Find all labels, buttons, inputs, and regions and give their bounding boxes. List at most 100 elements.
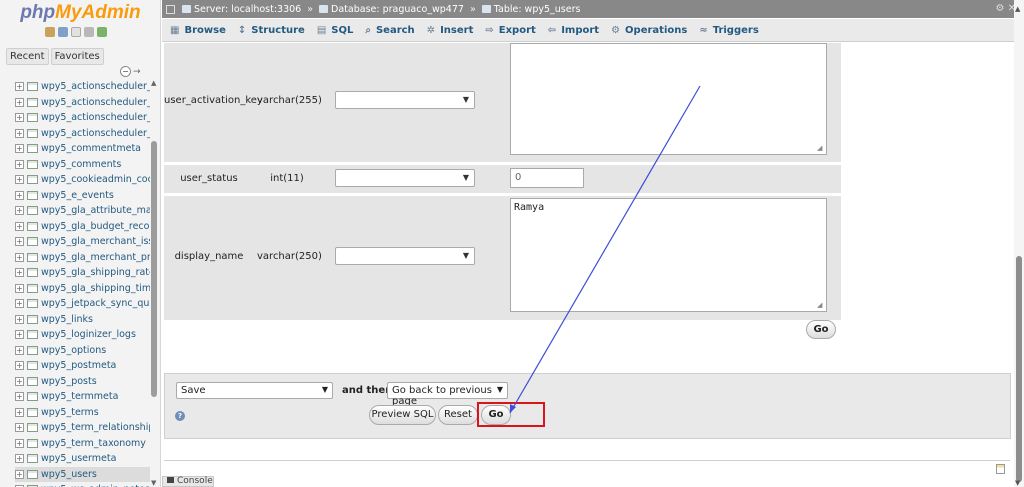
expand-icon[interactable]: + bbox=[15, 423, 24, 433]
tab-export[interactable]: ⇨ Export bbox=[485, 25, 535, 36]
sidebar-table-item[interactable]: + wpy5_actionscheduler_clai bbox=[15, 95, 150, 111]
expand-icon[interactable]: + bbox=[15, 82, 24, 92]
scroll-up-icon[interactable]: ▲ bbox=[1015, 5, 1020, 13]
expand-icon[interactable]: + bbox=[15, 128, 24, 138]
sidebar-table-item[interactable]: + wpy5_termmeta bbox=[15, 389, 150, 405]
save-type-select[interactable]: Save ▼ bbox=[176, 382, 333, 399]
go-button[interactable]: Go bbox=[806, 320, 836, 339]
tab-structure[interactable]: ↕ Structure bbox=[238, 25, 305, 36]
sidebar-table-item[interactable]: + wpy5_gla_budget_recomm bbox=[15, 219, 150, 235]
main-scrollbar-thumb[interactable] bbox=[1016, 256, 1022, 482]
collapse-nav-icon[interactable] bbox=[166, 4, 175, 14]
sidebar-table-item[interactable]: + wpy5_gla_shipping_times bbox=[15, 281, 150, 297]
recent-tab[interactable]: Recent bbox=[6, 48, 49, 65]
sidebar-table-item[interactable]: + wpy5_jetpack_sync_queue bbox=[15, 296, 150, 312]
sidebar-table-item[interactable]: + wpy5_loginizer_logs bbox=[15, 327, 150, 343]
scroll-up-icon[interactable]: ▲ bbox=[151, 79, 156, 87]
sidebar-table-item[interactable]: + wpy5_gla_merchant_issue bbox=[15, 234, 150, 250]
sidebar-table-item[interactable]: + wpy5_links bbox=[15, 312, 150, 328]
tab-search[interactable]: ⌕ Search bbox=[365, 25, 414, 36]
nav-scrollbar[interactable]: ▲ ▼ bbox=[150, 79, 158, 487]
expand-icon[interactable]: + bbox=[15, 392, 24, 402]
value-input[interactable]: 0 bbox=[510, 168, 584, 188]
scroll-down-icon[interactable]: ▼ bbox=[1015, 479, 1020, 487]
expand-icon[interactable]: + bbox=[15, 159, 24, 169]
expand-icon[interactable]: + bbox=[15, 144, 24, 154]
expand-icon[interactable]: + bbox=[15, 361, 24, 371]
tab-insert[interactable]: ✲ Insert bbox=[427, 25, 474, 36]
value-textarea[interactable] bbox=[510, 43, 827, 155]
sidebar-table-item[interactable]: + wpy5_comments bbox=[15, 157, 150, 173]
tab-import[interactable]: ⇦ Import bbox=[548, 25, 599, 36]
favorites-tab[interactable]: Favorites bbox=[50, 48, 104, 65]
console-tab[interactable]: Console bbox=[162, 476, 214, 487]
expand-icon[interactable]: + bbox=[15, 438, 24, 448]
tab-triggers[interactable]: ≈ Triggers bbox=[699, 25, 758, 36]
expand-icon[interactable]: + bbox=[15, 190, 24, 200]
logout-icon[interactable] bbox=[58, 27, 68, 37]
reset-button[interactable]: Reset bbox=[438, 405, 478, 425]
sidebar-table-item[interactable]: + wpy5_users bbox=[15, 466, 150, 482]
expand-icon[interactable]: + bbox=[15, 252, 24, 262]
sidebar-table-item[interactable]: + wpy5_term_relationships bbox=[15, 420, 150, 436]
notepad-icon[interactable] bbox=[996, 464, 1005, 474]
sidebar-table-item[interactable]: + wpy5_postmeta bbox=[15, 358, 150, 374]
breadcrumb-database[interactable]: Database: praguaco_wp477 bbox=[319, 4, 464, 15]
sidebar-table-item[interactable]: +wpy5_wc_admin_notes bbox=[15, 482, 150, 487]
expand-icon[interactable]: + bbox=[15, 221, 24, 231]
after-insert-select[interactable]: Go back to previous page ▼ bbox=[387, 382, 508, 407]
reload-icon[interactable] bbox=[97, 27, 107, 37]
function-select[interactable]: ▼ bbox=[335, 169, 475, 187]
sidebar-table-item[interactable]: + wpy5_posts bbox=[15, 374, 150, 390]
settings-icon[interactable] bbox=[84, 27, 94, 37]
value-textarea[interactable]: Ramya bbox=[510, 198, 827, 312]
link-with-main-icon[interactable]: → bbox=[133, 67, 141, 77]
expand-icon[interactable]: + bbox=[15, 469, 24, 479]
preview-sql-button[interactable]: Preview SQL bbox=[369, 405, 436, 425]
expand-icon[interactable]: + bbox=[15, 268, 24, 278]
tab-browse[interactable]: ▦ Browse bbox=[170, 25, 226, 36]
sidebar-table-item[interactable]: + wpy5_terms bbox=[15, 405, 150, 421]
docs-icon[interactable] bbox=[71, 27, 81, 37]
sidebar-table-item[interactable]: + wpy5_options bbox=[15, 343, 150, 359]
breadcrumb-server[interactable]: Server: localhost:3306 bbox=[182, 4, 301, 15]
home-icon[interactable] bbox=[45, 27, 55, 37]
sidebar-table-item[interactable]: + wpy5_term_taxonomy bbox=[15, 436, 150, 452]
expand-icon[interactable]: + bbox=[15, 376, 24, 386]
expand-icon[interactable]: + bbox=[15, 113, 24, 123]
nav-scrollbar-thumb[interactable] bbox=[151, 141, 157, 397]
expand-icon[interactable]: + bbox=[15, 206, 24, 216]
collapse-all-icon[interactable]: − bbox=[120, 66, 131, 77]
function-select[interactable]: ▼ bbox=[335, 247, 475, 265]
resize-grip-icon[interactable]: ◢ bbox=[817, 301, 822, 309]
expand-icon[interactable]: + bbox=[15, 175, 24, 185]
expand-icon[interactable]: + bbox=[15, 314, 24, 324]
phpmyadmin-logo[interactable]: phpMyAdmin bbox=[0, 2, 160, 24]
main-scrollbar[interactable]: ▲ ▼ bbox=[1014, 0, 1024, 487]
expand-icon[interactable]: + bbox=[15, 283, 24, 293]
expand-icon[interactable]: + bbox=[15, 454, 24, 464]
expand-icon[interactable]: + bbox=[15, 97, 24, 107]
sidebar-table-item[interactable]: + wpy5_actionscheduler_log bbox=[15, 126, 150, 142]
expand-icon[interactable]: + bbox=[15, 330, 24, 340]
tab-sql[interactable]: ▤ SQL bbox=[317, 25, 354, 36]
sidebar-table-item[interactable]: + wpy5_actionscheduler_acti bbox=[15, 79, 150, 95]
expand-icon[interactable]: + bbox=[15, 299, 24, 309]
function-select[interactable]: ▼ bbox=[335, 91, 475, 109]
tab-operations[interactable]: ⚙ Operations bbox=[611, 25, 687, 36]
expand-icon[interactable]: + bbox=[15, 345, 24, 355]
sidebar-table-item[interactable]: + wpy5_gla_attribute_mappir bbox=[15, 203, 150, 219]
sidebar-table-item[interactable]: + wpy5_actionscheduler_gro bbox=[15, 110, 150, 126]
breadcrumb-table[interactable]: Table: wpy5_users bbox=[481, 4, 580, 15]
sidebar-table-item[interactable]: + wpy5_usermeta bbox=[15, 451, 150, 467]
sidebar-table-item[interactable]: + wpy5_cookieadmin_cookie bbox=[15, 172, 150, 188]
scroll-down-icon[interactable]: ▼ bbox=[151, 479, 156, 487]
resize-grip-icon[interactable]: ◢ bbox=[817, 144, 822, 152]
gear-icon[interactable]: ⚙ bbox=[995, 3, 1004, 14]
sidebar-table-item[interactable]: + wpy5_e_events bbox=[15, 188, 150, 204]
expand-icon[interactable]: + bbox=[15, 237, 24, 247]
sidebar-table-item[interactable]: + wpy5_gla_shipping_rates bbox=[15, 265, 150, 281]
sidebar-table-item[interactable]: + wpy5_gla_merchant_price_ bbox=[15, 250, 150, 266]
help-icon[interactable]: ? bbox=[175, 411, 185, 421]
expand-icon[interactable]: + bbox=[15, 407, 24, 417]
